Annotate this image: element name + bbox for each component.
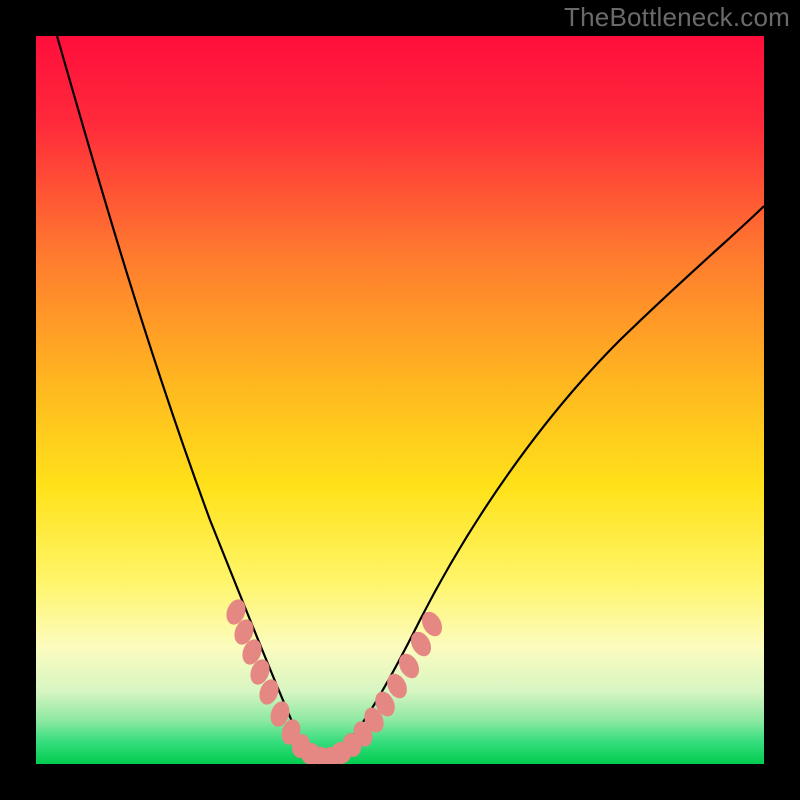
watermark-text: TheBottleneck.com <box>564 2 790 33</box>
plot-area <box>36 36 764 764</box>
chart-canvas: TheBottleneck.com <box>0 0 800 800</box>
bottleneck-chart <box>0 0 800 800</box>
